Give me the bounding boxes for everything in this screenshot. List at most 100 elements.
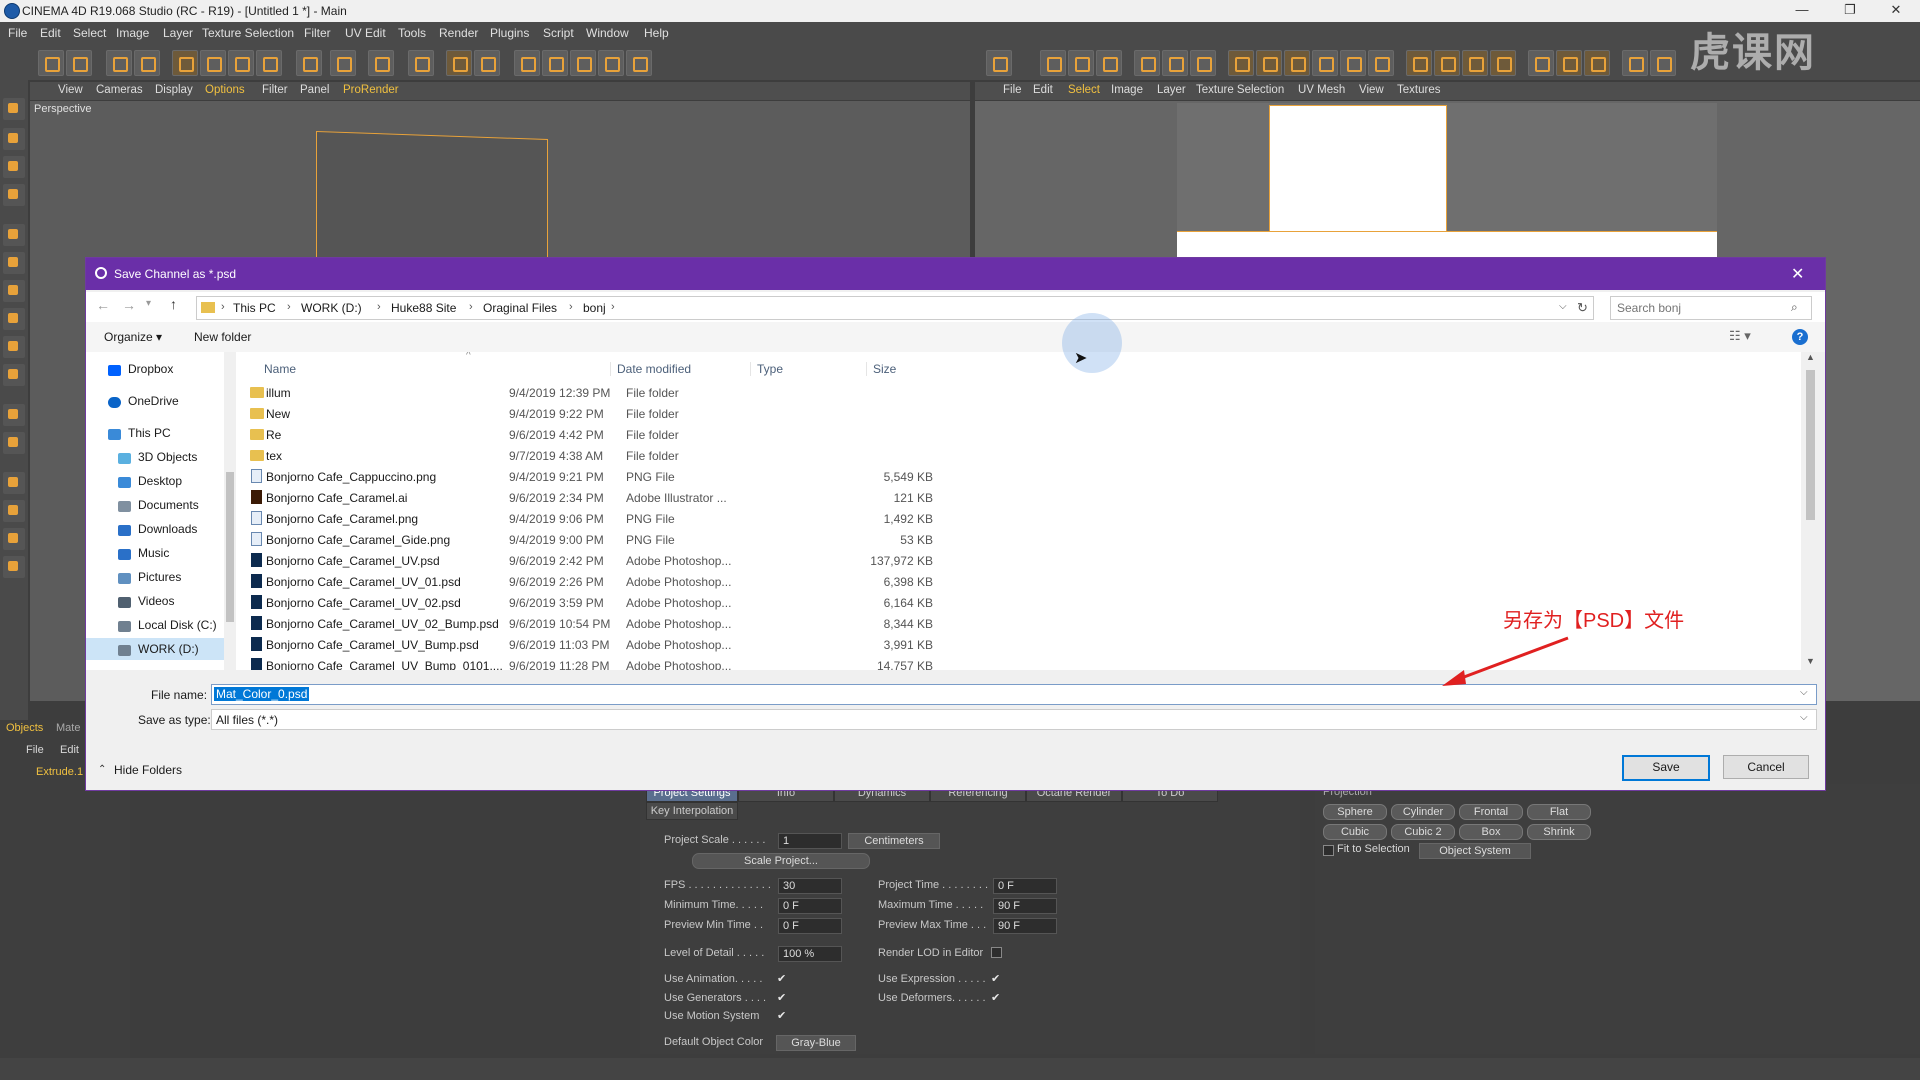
vmenu-display[interactable]: Display: [155, 84, 193, 96]
lasso-icon[interactable]: [3, 156, 25, 178]
live-select-icon[interactable]: [134, 50, 160, 76]
nav-scrollbar[interactable]: [224, 352, 236, 670]
uv-tool-8-icon[interactable]: [1434, 50, 1460, 76]
menu-layer[interactable]: Layer: [163, 26, 193, 40]
menu-file[interactable]: File: [8, 26, 27, 40]
uv-tool-15-icon[interactable]: [1650, 50, 1676, 76]
menu-edit[interactable]: Edit: [40, 26, 61, 40]
use-generators-checkbox[interactable]: ✔: [777, 993, 787, 1004]
uv-edge-icon[interactable]: [1068, 50, 1094, 76]
column-size[interactable]: Size: [866, 362, 896, 376]
lod-field[interactable]: 100 %: [778, 946, 842, 962]
uv-tool-14-icon[interactable]: [1622, 50, 1648, 76]
close-window-button[interactable]: ✕: [1876, 2, 1916, 20]
tab-key-interpolation[interactable]: Key Interpolation: [646, 802, 738, 820]
tab-objects[interactable]: Objects: [6, 722, 43, 734]
file-row[interactable]: Bonjorno Cafe_Caramel_UV_Bump.psd 9/6/201…: [236, 634, 933, 655]
scroll-down-icon[interactable]: ▼: [1806, 656, 1815, 666]
eyedropper-icon[interactable]: [3, 472, 25, 494]
restore-button[interactable]: ❐: [1830, 2, 1870, 20]
uvmenu-uv-mesh[interactable]: UV Mesh: [1298, 84, 1345, 96]
breadcrumb-this-pc[interactable]: This PC: [233, 301, 276, 315]
uvmenu-file[interactable]: File: [1003, 84, 1022, 96]
vmenu-filter[interactable]: Filter: [262, 84, 288, 96]
render-active-icon[interactable]: [446, 50, 472, 76]
file-list-scrollbar[interactable]: ▲ ▼: [1802, 352, 1819, 670]
uv-tool-12-icon[interactable]: [1556, 50, 1582, 76]
preview-max-field[interactable]: 90 F: [993, 918, 1057, 934]
breadcrumb-oraginal-files[interactable]: Oraginal Files: [483, 301, 557, 315]
uv-tool-10-icon[interactable]: [1490, 50, 1516, 76]
preview-min-field[interactable]: 0 F: [778, 918, 842, 934]
texture-mode-icon[interactable]: [1190, 50, 1216, 76]
fill-icon[interactable]: [368, 50, 394, 76]
min-time-field[interactable]: 0 F: [778, 898, 842, 914]
uv-tool-3-icon[interactable]: [1284, 50, 1310, 76]
uv-poly-icon[interactable]: [1096, 50, 1122, 76]
cancel-button[interactable]: Cancel: [1723, 755, 1809, 779]
column-date[interactable]: Date modified: [610, 362, 691, 376]
camera-icon[interactable]: [626, 50, 652, 76]
checker-icon[interactable]: [986, 50, 1012, 76]
menu-uv-edit[interactable]: UV Edit: [345, 26, 386, 40]
vmenu-panel[interactable]: Panel: [300, 84, 329, 96]
light-icon[interactable]: [598, 50, 624, 76]
render-settings-icon[interactable]: [474, 50, 500, 76]
menu-help[interactable]: Help: [644, 26, 669, 40]
star-icon[interactable]: [3, 432, 25, 454]
file-scroll-thumb[interactable]: [1806, 370, 1815, 520]
object-item-extrude[interactable]: Extrude.1: [36, 766, 83, 778]
brush-icon[interactable]: [296, 50, 322, 76]
uvmenu-view[interactable]: View: [1359, 84, 1384, 96]
new-folder-button[interactable]: New folder: [194, 330, 251, 344]
menu-select[interactable]: Select: [73, 26, 106, 40]
sphere-button[interactable]: Sphere: [1323, 804, 1387, 820]
uv-texture-canvas[interactable]: [1177, 103, 1717, 264]
cubic2-button[interactable]: Cubic 2: [1391, 824, 1455, 840]
menu-window[interactable]: Window: [586, 26, 629, 40]
undo-icon[interactable]: [38, 50, 64, 76]
units-dropdown[interactable]: Centimeters: [848, 833, 940, 849]
use-expression-checkbox[interactable]: ✔: [991, 974, 1001, 985]
file-row[interactable]: Bonjorno Cafe_Cappuccino.png 9/4/2019 9:2…: [236, 466, 933, 487]
material-icon[interactable]: [542, 50, 568, 76]
menu-render[interactable]: Render: [439, 26, 478, 40]
box-button[interactable]: Box: [1459, 824, 1523, 840]
uv-tool-7-icon[interactable]: [1406, 50, 1432, 76]
uvmenu-textures[interactable]: Textures: [1397, 84, 1440, 96]
max-time-field[interactable]: 90 F: [993, 898, 1057, 914]
file-row[interactable]: Bonjorno Cafe_Caramel_Gide.png 9/4/2019 9…: [236, 529, 933, 550]
file-row[interactable]: Bonjorno Cafe_Caramel_UV_01.psd 9/6/2019 …: [236, 571, 933, 592]
rect-select-icon[interactable]: [3, 128, 25, 150]
up-arrow-icon[interactable]: ↑: [170, 296, 177, 312]
color-swatch-icon[interactable]: [3, 528, 25, 550]
vmenu-cameras[interactable]: Cameras: [96, 84, 143, 96]
brush-tool-icon[interactable]: [3, 224, 25, 246]
help-icon[interactable]: ?: [1792, 329, 1808, 345]
search-box[interactable]: ⌕: [1610, 296, 1812, 320]
smudge-icon[interactable]: [3, 364, 25, 386]
cube-icon[interactable]: [514, 50, 540, 76]
fit-selection-checkbox[interactable]: [1323, 845, 1334, 856]
uv-tool-6-icon[interactable]: [1368, 50, 1394, 76]
uv-tool-2-icon[interactable]: [1256, 50, 1282, 76]
hide-folders-button[interactable]: Hide Folders: [114, 763, 182, 777]
vmenu-options[interactable]: Options: [205, 84, 245, 96]
file-row[interactable]: Bonjorno Cafe_Caramel_UV_02.psd 9/6/2019 …: [236, 592, 933, 613]
uvmenu-texture-selection[interactable]: Texture Selection: [1196, 84, 1284, 96]
paint-3d-icon[interactable]: [330, 50, 356, 76]
channel-icon[interactable]: [3, 556, 25, 578]
file-row[interactable]: Re 9/6/2019 4:42 PM File folder: [236, 424, 856, 445]
save-type-dropdown-icon[interactable]: ⌵: [1800, 712, 1808, 723]
render-region-icon[interactable]: [408, 50, 434, 76]
file-row[interactable]: Bonjorno Cafe_Caramel.ai 9/6/2019 2:34 PM…: [236, 487, 933, 508]
uvmenu-layer[interactable]: Layer: [1157, 84, 1186, 96]
organize-button[interactable]: Organize ▾: [104, 330, 162, 344]
search-input[interactable]: [1615, 299, 1789, 317]
objmenu-file[interactable]: File: [26, 744, 44, 756]
render-lod-checkbox[interactable]: [991, 947, 1002, 958]
uvmenu-image[interactable]: Image: [1111, 84, 1143, 96]
file-row[interactable]: Bonjorno Cafe_Caramel.png 9/4/2019 9:06 P…: [236, 508, 933, 529]
file-row[interactable]: illum 9/4/2019 12:39 PM File folder: [236, 382, 856, 403]
uv-face-selected[interactable]: [1269, 105, 1447, 233]
